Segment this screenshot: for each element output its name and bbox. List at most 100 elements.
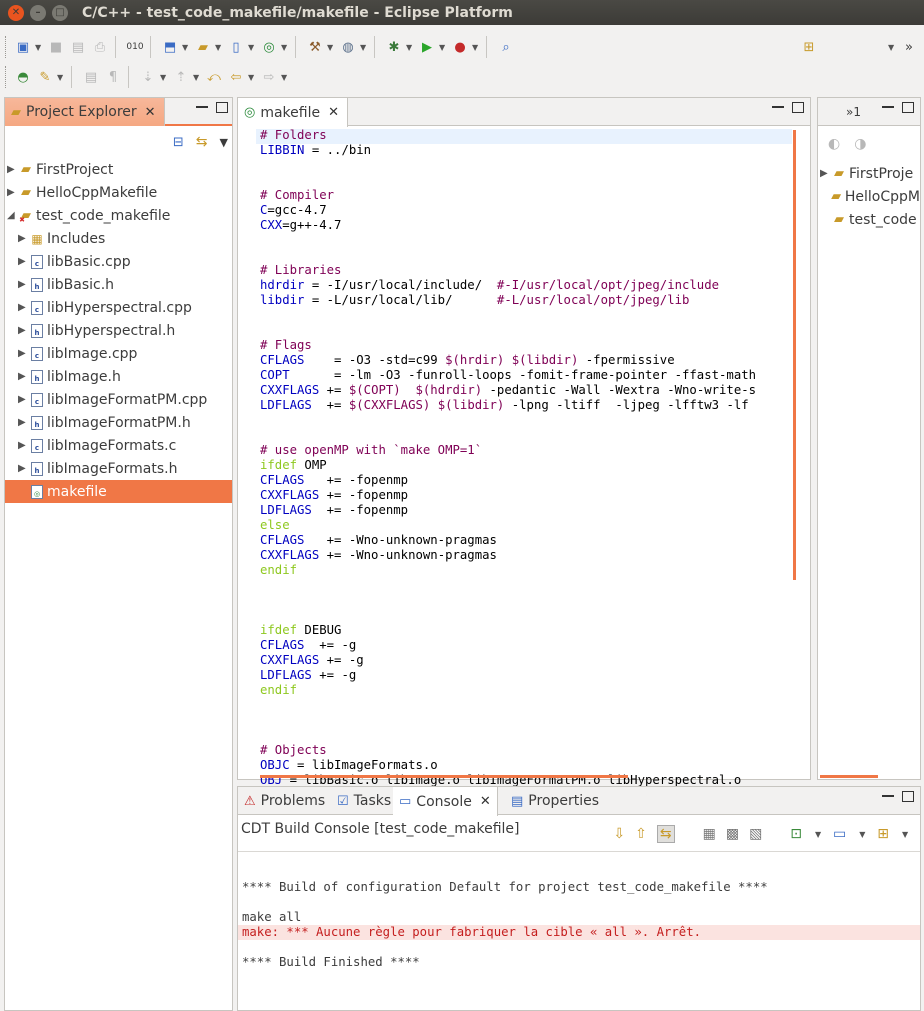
next-annotation-dropdown-icon[interactable]: ▼ [160, 73, 168, 82]
new-class-icon[interactable]: ◎ [260, 38, 278, 56]
build-target-dropdown-icon[interactable]: ▼ [360, 43, 368, 52]
new-file-dropdown-icon[interactable]: ▼ [248, 43, 256, 52]
display-console-icon[interactable]: ▭ [833, 826, 846, 842]
collapse-all-icon[interactable]: ⊟ [173, 135, 184, 150]
tree-item[interactable]: ▶ h libImageFormatPM.h [5, 411, 232, 434]
expand-arrow-icon[interactable]: ▶ [18, 233, 28, 244]
expand-arrow-icon[interactable]: ▶ [18, 463, 28, 474]
prev-annotation-dropdown-icon[interactable]: ▼ [193, 73, 201, 82]
minimize-window-button[interactable]: – [30, 4, 46, 21]
outline-item[interactable]: ▶ ▰ FirstProje [820, 162, 920, 185]
back-dropdown-icon[interactable]: ▼ [248, 73, 256, 82]
new-console-icon[interactable]: ⊞ [877, 826, 889, 842]
tab-outline-overflow[interactable]: »1 [840, 98, 867, 126]
edit-dropdown-icon[interactable]: ▼ [57, 73, 65, 82]
prev-annotation-icon[interactable]: ⇡ [172, 68, 190, 86]
forward-dropdown-icon[interactable]: ▼ [281, 73, 289, 82]
scroll-lock-icon[interactable]: ⇆ [656, 825, 675, 843]
maximize-console-icon[interactable] [902, 791, 914, 802]
link-with-editor-icon[interactable]: ⇆ [196, 134, 208, 150]
back-icon[interactable]: ⇦ [227, 68, 245, 86]
open-perspective-icon[interactable]: ⊞ [800, 38, 818, 56]
clear-console-icon[interactable]: ▧ [749, 826, 762, 842]
maximize-icon[interactable] [216, 102, 228, 113]
console-output[interactable]: **** Build of configuration Default for … [238, 865, 920, 970]
close-console-icon[interactable]: ✕ [480, 794, 491, 809]
outline-item[interactable]: ▰ HelloCppM [820, 185, 920, 208]
build-hammer-icon[interactable]: ⚒ [306, 38, 324, 56]
debug-icon[interactable]: ✱ [385, 38, 403, 56]
new-folder-icon[interactable]: ▰ [194, 38, 212, 56]
debug-dropdown-icon[interactable]: ▼ [406, 43, 414, 52]
save-all-icon[interactable]: ▤ [69, 38, 87, 56]
display-console-dropdown-icon[interactable]: ▼ [859, 830, 867, 839]
expand-arrow-icon[interactable]: ▶ [7, 164, 17, 175]
open-console-dropdown-icon[interactable]: ▼ [815, 830, 823, 839]
expand-arrow-icon[interactable]: ▶ [18, 440, 28, 451]
edit-pen-icon[interactable]: ✎ [36, 68, 54, 86]
run-dropdown-icon[interactable]: ▼ [439, 43, 447, 52]
outline-forward-icon[interactable]: ◑ [854, 136, 866, 152]
expand-arrow-icon[interactable]: ▶ [7, 187, 17, 198]
external-tools-icon[interactable]: ● [451, 38, 469, 56]
save-icon[interactable]: ■ [47, 38, 65, 56]
build-target-icon[interactable]: ◍ [339, 38, 357, 56]
tree-item[interactable]: ◎ makefile [5, 480, 232, 503]
open-console-icon[interactable]: ⊡ [790, 826, 802, 842]
expand-arrow-icon[interactable]: ▶ [18, 302, 28, 313]
expand-arrow-open-icon[interactable]: ◢ [7, 210, 17, 221]
forward-icon[interactable]: ⇨ [260, 68, 278, 86]
minimize-outline-icon[interactable] [882, 104, 894, 108]
expand-arrow-icon[interactable]: ▶ [820, 168, 830, 179]
code-editor[interactable]: # Folders LIBBIN = ../bin # Compiler C=gcc… [260, 128, 756, 803]
tab-tasks[interactable]: ☑ Tasks [331, 787, 397, 815]
build-dropdown-icon[interactable]: ▼ [327, 43, 335, 52]
close-editor-icon[interactable]: ✕ [328, 105, 339, 120]
tree-item[interactable]: ▶ c libImageFormats.c [5, 434, 232, 457]
maximize-window-button[interactable]: □ [52, 4, 68, 21]
new-icon[interactable]: ▣ [14, 38, 32, 56]
maximize-outline-icon[interactable] [902, 102, 914, 113]
tab-problems[interactable]: ⚠ Problems [238, 787, 331, 815]
tree-item[interactable]: ▶ c libBasic.cpp [5, 250, 232, 273]
expand-arrow-icon[interactable]: ▶ [18, 348, 28, 359]
close-icon[interactable]: ✕ [145, 105, 156, 120]
last-edit-icon[interactable]: ⤺ [205, 68, 223, 86]
tree-item[interactable]: ▶ c libHyperspectral.cpp [5, 296, 232, 319]
outline-back-icon[interactable]: ◐ [828, 136, 840, 152]
tab-makefile[interactable]: ◎ makefile ✕ [238, 98, 348, 127]
tree-item[interactable]: ▶ ▰ HelloCppMakefile [5, 181, 232, 204]
tree-item[interactable]: ▶ h libHyperspectral.h [5, 319, 232, 342]
new-project-icon[interactable]: ⬒ [161, 38, 179, 56]
binary-icon[interactable]: 010 [126, 38, 144, 56]
outline-scrollbar[interactable] [820, 775, 878, 778]
expand-arrow-icon[interactable]: ▶ [18, 325, 28, 336]
tree-item[interactable]: ◢ ▰ ✖ test_code_makefile [5, 204, 232, 227]
expand-arrow-icon[interactable]: ▶ [18, 256, 28, 267]
show-whitespace-icon[interactable]: ¶ [104, 68, 122, 86]
vertical-scrollbar[interactable] [793, 130, 796, 580]
perspective-overflow-icon[interactable]: » [900, 38, 918, 56]
expand-arrow-icon[interactable]: ▶ [18, 371, 28, 382]
new-file-icon[interactable]: ▯ [227, 38, 245, 56]
close-window-button[interactable]: ✕ [8, 4, 24, 21]
new-console-dropdown-icon[interactable]: ▼ [902, 830, 910, 839]
expand-arrow-icon[interactable]: ▶ [18, 279, 28, 290]
search-icon[interactable]: ⌕ [497, 38, 515, 56]
perspective-dropdown-icon[interactable]: ▼ [888, 43, 896, 52]
tab-console[interactable]: ▭ Console ✕ [393, 787, 498, 816]
maximize-editor-icon[interactable] [792, 102, 804, 113]
tab-properties[interactable]: ▤ Properties [505, 787, 605, 815]
new-dropdown-icon[interactable]: ▼ [35, 43, 43, 52]
expand-arrow-icon[interactable]: ▶ [18, 394, 28, 405]
scroll-down-icon[interactable]: ⇩ [613, 826, 625, 842]
view-menu-icon[interactable]: ▼ [220, 136, 228, 149]
tab-project-explorer[interactable]: ▰ Project Explorer ✕ [5, 98, 165, 126]
tree-item[interactable]: ▶ h libImage.h [5, 365, 232, 388]
toolbar-grip-2[interactable] [5, 66, 7, 88]
new-project-dropdown-icon[interactable]: ▼ [182, 43, 190, 52]
minimize-console-icon[interactable] [882, 793, 894, 797]
minimize-editor-icon[interactable] [772, 104, 784, 108]
pin-console-icon[interactable]: ▦ [703, 826, 716, 842]
tree-item[interactable]: ▶ ▰ FirstProject [5, 158, 232, 181]
